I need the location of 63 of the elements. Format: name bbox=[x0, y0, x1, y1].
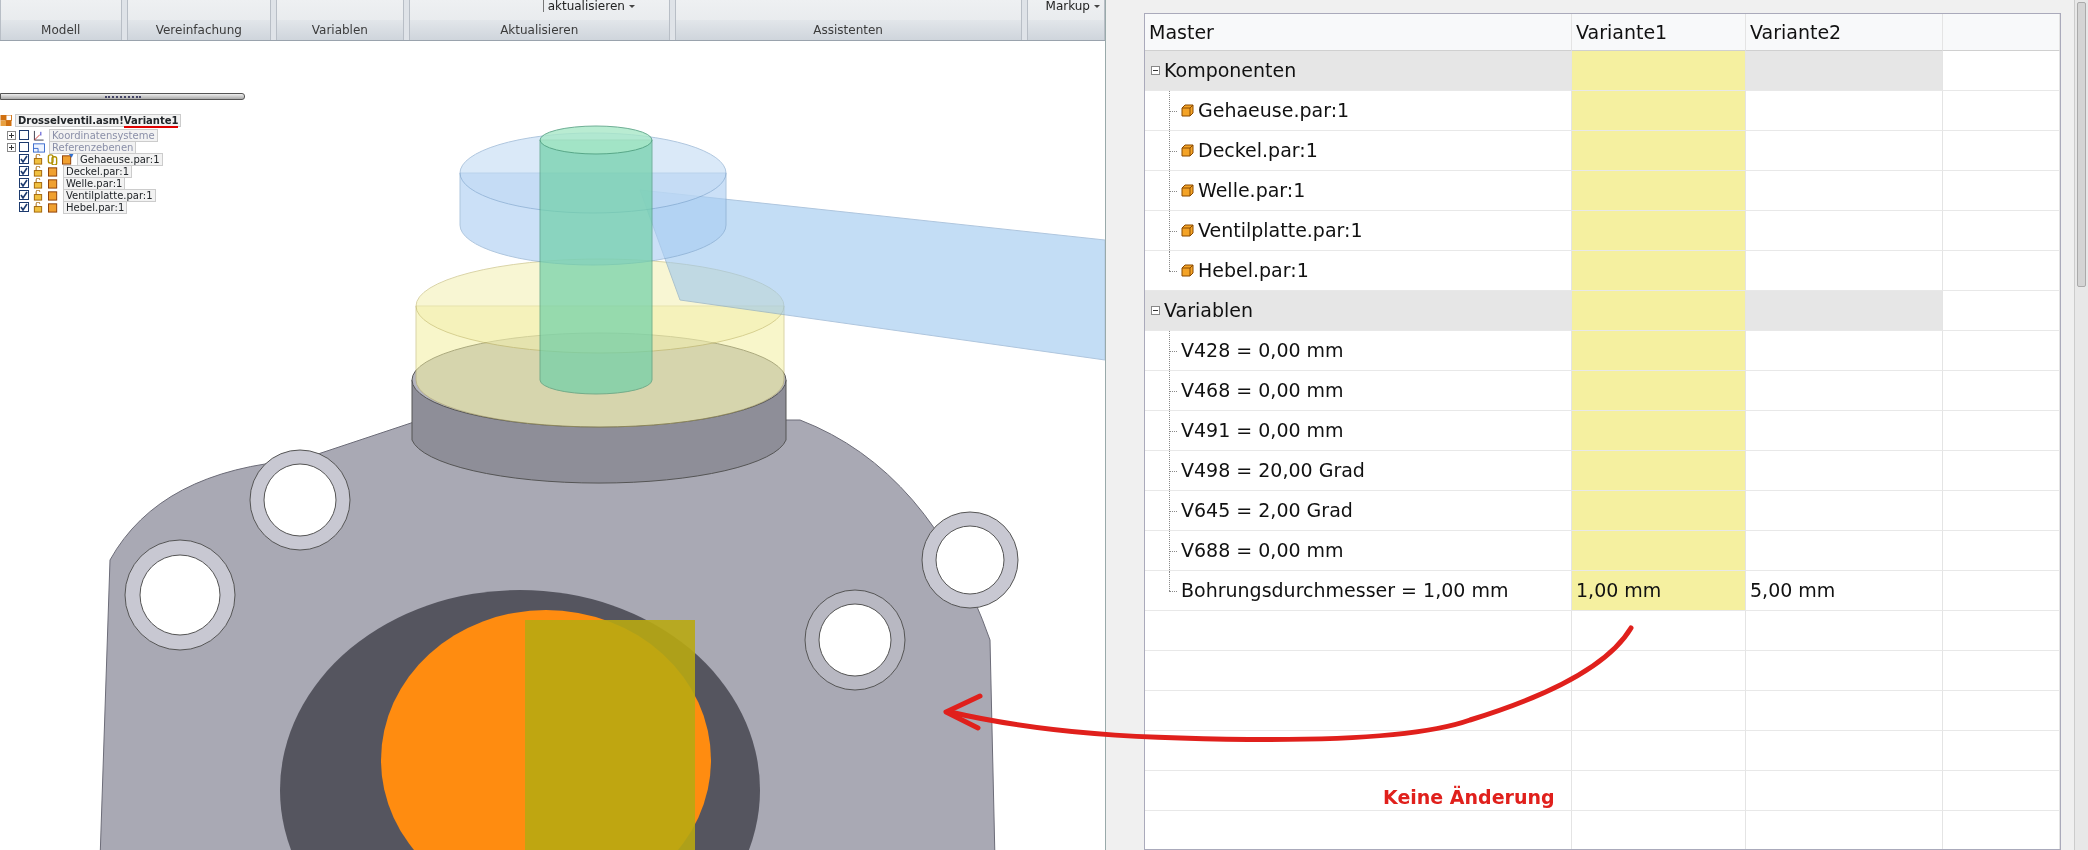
tree-item-label[interactable]: Ventilplatte.par:1 bbox=[63, 188, 156, 202]
annotation-text: Keine Änderung bbox=[1383, 784, 1555, 810]
ribbon-group-label: Assistenten bbox=[675, 20, 1021, 40]
part-icon bbox=[1181, 184, 1194, 197]
checkbox[interactable] bbox=[19, 202, 29, 212]
part-icon bbox=[47, 165, 60, 177]
column-header[interactable]: Variante2 bbox=[1746, 14, 1943, 51]
group-label: Variablen bbox=[1164, 298, 1253, 324]
variable-label: V645 = 2,00 Grad bbox=[1181, 498, 1353, 524]
lock-icon bbox=[32, 153, 44, 165]
component-label: Welle.par:1 bbox=[1198, 178, 1306, 204]
expand-button[interactable] bbox=[7, 142, 16, 152]
checkbox[interactable] bbox=[19, 178, 29, 188]
ribbon-button[interactable]: aktualisieren bbox=[542, 0, 639, 12]
collapse-button[interactable] bbox=[1151, 306, 1160, 315]
scrollbar-thumb[interactable] bbox=[2077, 2, 2086, 287]
table-cell: 1,00 mm bbox=[1572, 571, 1746, 611]
group-label: Komponenten bbox=[1164, 58, 1297, 84]
checkbox[interactable] bbox=[19, 142, 29, 152]
variable-label: V428 = 0,00 mm bbox=[1181, 338, 1344, 364]
plus-icon bbox=[8, 131, 15, 139]
ribbon-group-label: Vereinfachung bbox=[127, 20, 271, 40]
variable-label: V491 = 0,00 mm bbox=[1181, 418, 1344, 444]
ribbon-group-label: Variablen bbox=[277, 20, 403, 40]
splitter-handle[interactable] bbox=[0, 93, 245, 100]
table-cell: 5,00 mm bbox=[1746, 571, 1943, 611]
checkbox[interactable] bbox=[19, 130, 29, 140]
variable-label: Bohrungsdurchmesser = 1,00 mm bbox=[1181, 578, 1509, 604]
part-icon bbox=[47, 177, 60, 189]
ribbon-group-label: Aktualisieren bbox=[409, 20, 669, 40]
lock-icon bbox=[32, 165, 44, 177]
assembly-root-label[interactable]: Drosselventil.asm!Variante1 bbox=[15, 113, 182, 127]
minus-icon bbox=[1152, 67, 1159, 74]
part-icon bbox=[1181, 224, 1194, 237]
checkbox[interactable] bbox=[19, 166, 29, 176]
checkbox[interactable] bbox=[19, 190, 29, 200]
coordinate-system-icon bbox=[32, 129, 46, 141]
component-label: Hebel.par:1 bbox=[1198, 258, 1309, 284]
component-label: Deckel.par:1 bbox=[1198, 138, 1318, 164]
lock-icon bbox=[32, 177, 44, 189]
minus-icon bbox=[1152, 307, 1159, 314]
ribbon-group-label: Modell bbox=[1, 20, 121, 40]
plane-icon bbox=[32, 141, 46, 153]
collapse-button[interactable] bbox=[1151, 66, 1160, 75]
expand-button[interactable] bbox=[7, 130, 16, 140]
variable-label: V688 = 0,00 mm bbox=[1181, 538, 1344, 564]
component-label: Gehaeuse.par:1 bbox=[1198, 98, 1350, 124]
lock-icon bbox=[32, 189, 44, 201]
lock-icon bbox=[32, 201, 44, 213]
part-icon bbox=[47, 201, 60, 213]
part-icon bbox=[1181, 144, 1194, 157]
part-icon bbox=[1181, 104, 1194, 117]
component-label: Ventilplatte.par:1 bbox=[1198, 218, 1363, 244]
column-header[interactable]: Variante1 bbox=[1572, 14, 1746, 51]
variable-label: V498 = 20,00 Grad bbox=[1181, 458, 1365, 484]
vertical-scrollbar[interactable] bbox=[2074, 0, 2088, 850]
part-icon bbox=[47, 189, 60, 201]
part-icon bbox=[61, 153, 74, 165]
checkbox[interactable] bbox=[19, 154, 29, 164]
part-icon bbox=[1181, 264, 1194, 277]
variable-label: V468 = 0,00 mm bbox=[1181, 378, 1344, 404]
plus-icon bbox=[8, 143, 15, 151]
column-header[interactable]: Master bbox=[1145, 14, 1572, 51]
